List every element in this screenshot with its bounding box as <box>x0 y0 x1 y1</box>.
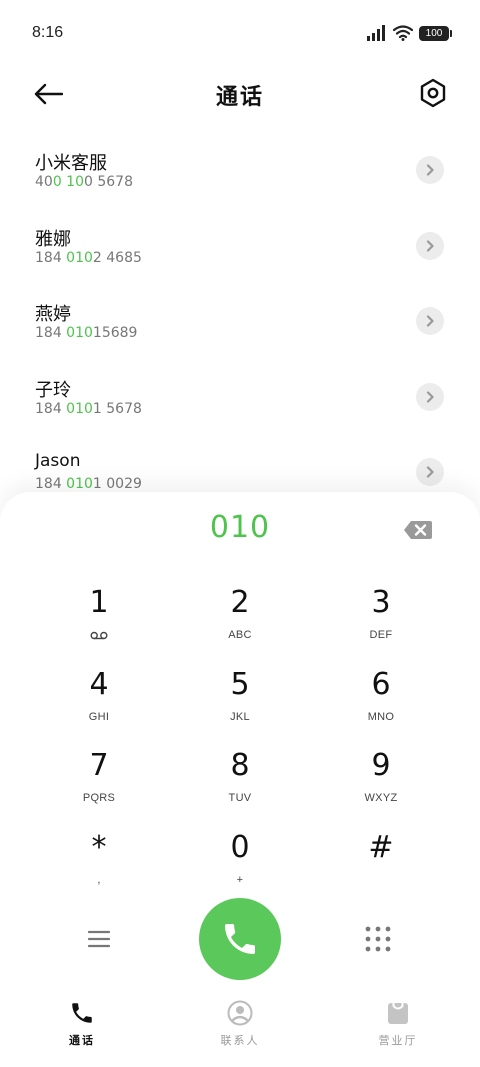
dialpad-toggle-button[interactable] <box>363 924 393 954</box>
contact-number: 184 01015689 <box>35 325 138 341</box>
header: 通话 <box>0 66 480 122</box>
dial-key-9[interactable]: 9 WXYZ <box>311 747 451 819</box>
key-digit: # <box>368 830 394 865</box>
contact-number: 184 0101 0029 <box>35 476 142 492</box>
chevron-right-icon <box>426 466 434 478</box>
chevron-right-icon <box>426 164 434 176</box>
nav-item-calls[interactable]: 通话 <box>22 1000 142 1056</box>
dial-key-hash[interactable]: # <box>311 829 451 901</box>
person-icon <box>227 1000 253 1026</box>
dial-key-3[interactable]: 3 DEF <box>311 584 451 656</box>
key-digit: 9 <box>371 748 391 783</box>
chevron-right-icon <box>426 315 434 327</box>
backspace-button[interactable] <box>403 520 433 540</box>
key-letters: WXYZ <box>364 792 398 804</box>
contact-detail-button[interactable] <box>416 156 444 184</box>
nav-label: 通话 <box>69 1034 95 1047</box>
contact-number: 184 0102 4685 <box>35 249 142 266</box>
phone-icon <box>225 924 255 954</box>
dial-key-star[interactable]: * , <box>29 829 169 901</box>
voicemail-icon <box>90 628 108 642</box>
key-letters: TUV <box>228 792 252 804</box>
dial-key-5[interactable]: 5 JKL <box>170 666 310 738</box>
contact-number: 400 100 5678 <box>35 174 133 190</box>
phone-icon <box>72 1003 92 1023</box>
settings-button[interactable] <box>418 77 448 109</box>
chevron-right-icon <box>426 390 434 403</box>
key-letters: PQRS <box>82 792 116 804</box>
contact-detail-button[interactable] <box>416 382 444 411</box>
shopping-bag-icon <box>388 1002 408 1024</box>
contact-detail-button[interactable] <box>416 458 444 486</box>
key-digit: 6 <box>371 667 391 702</box>
key-letters: JKL <box>230 711 250 723</box>
dial-key-0[interactable]: 0 + <box>170 829 310 901</box>
dial-key-8[interactable]: 8 TUV <box>170 747 310 819</box>
key-digit: 0 <box>230 830 250 865</box>
dial-key-2[interactable]: 2 ABC <box>170 584 310 656</box>
dialpad-action-row <box>0 898 480 980</box>
key-letters: MNO <box>367 711 395 723</box>
wifi-icon <box>393 25 413 41</box>
nav-item-store[interactable]: 营业厅 <box>338 1000 458 1056</box>
dial-key-6[interactable]: 6 MNO <box>311 666 451 738</box>
key-digit: 3 <box>371 585 391 620</box>
contact-number: 184 0101 5678 <box>35 400 142 417</box>
page-title: 通话 <box>215 84 264 110</box>
contact-row[interactable]: 燕婷 184 01015689 <box>0 284 480 360</box>
nav-label: 营业厅 <box>378 1034 418 1047</box>
contact-name: 燕婷 <box>35 304 71 325</box>
key-letters: , <box>97 874 101 886</box>
key-digit: 5 <box>230 667 250 702</box>
key-letters: DEF <box>369 629 393 641</box>
key-letters: + <box>236 874 244 886</box>
battery-icon: 100 <box>419 25 452 41</box>
key-digit: 7 <box>89 748 109 783</box>
key-digit: 2 <box>230 585 250 620</box>
key-digit: 4 <box>89 667 109 702</box>
contact-detail-button[interactable] <box>416 231 444 260</box>
key-letters: ABC <box>228 629 252 641</box>
contact-row[interactable]: 子玲 184 0101 5678 <box>0 360 480 436</box>
key-digit: * <box>91 830 107 865</box>
contact-detail-button[interactable] <box>416 307 444 335</box>
bottom-nav: 通话 联系人 营业厅 <box>0 1000 480 1067</box>
settings-hexagon-icon <box>420 78 446 108</box>
dial-key-7[interactable]: 7 PQRS <box>29 747 169 819</box>
contact-name: 雅娜 <box>35 228 71 250</box>
key-letters: GHI <box>88 711 110 723</box>
dialpad-panel: 010 1 2 ABC 3 DEF 4 GHI 5 JKL 6 MNO 7 PQ… <box>0 492 480 1067</box>
hamburger-menu-icon <box>87 930 111 948</box>
key-digit: 8 <box>230 748 250 783</box>
contact-row[interactable]: 雅娜 184 0102 4685 <box>0 209 480 285</box>
chevron-right-icon <box>426 239 434 252</box>
contact-name: 小米客服 <box>35 153 107 174</box>
contact-row[interactable]: 小米客服 400 100 5678 <box>0 133 480 209</box>
contact-name: 子玲 <box>35 379 71 401</box>
signal-icon <box>367 25 385 41</box>
dialpad-grid-icon <box>365 926 391 952</box>
call-button[interactable] <box>199 898 281 980</box>
dial-key-1[interactable]: 1 <box>29 584 169 656</box>
menu-button[interactable] <box>84 924 114 954</box>
nav-label: 联系人 <box>220 1034 260 1047</box>
dial-key-4[interactable]: 4 GHI <box>29 666 169 738</box>
status-time: 8:16 <box>32 24 64 41</box>
contact-name: Jason <box>35 451 81 471</box>
nav-item-contacts[interactable]: 联系人 <box>180 1000 300 1056</box>
backspace-icon <box>404 521 432 539</box>
status-bar: 8:16 100 <box>0 0 480 66</box>
status-icons: 100 <box>367 24 452 42</box>
key-digit: 1 <box>89 585 109 620</box>
